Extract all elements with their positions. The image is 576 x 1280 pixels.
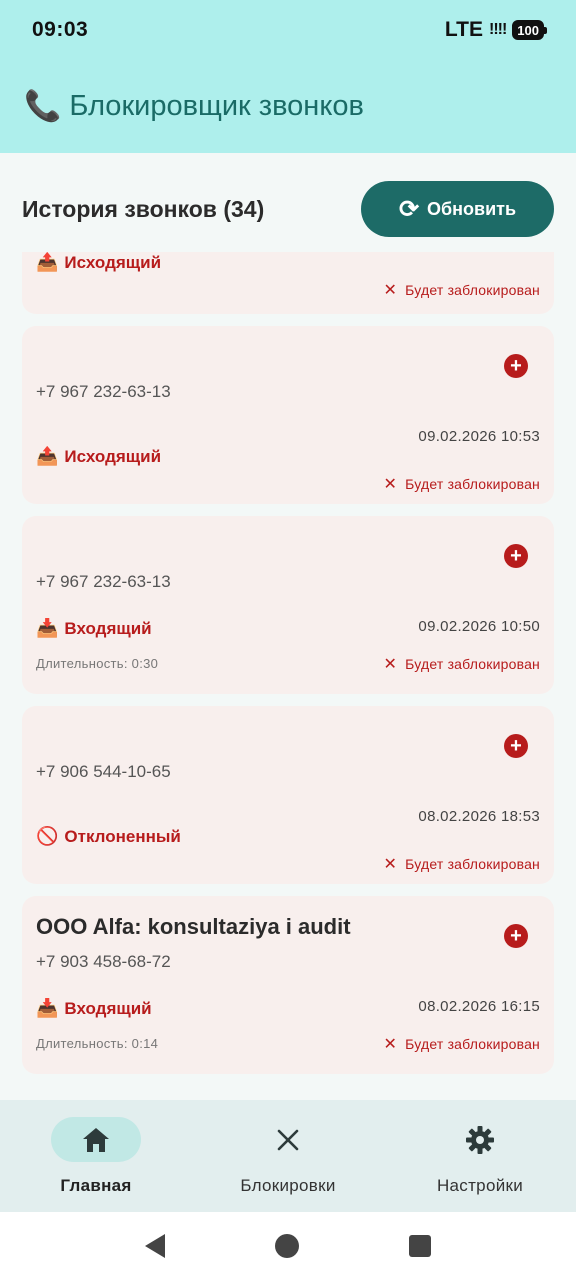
app-bar: 📞 Блокировщик звонков — [0, 60, 576, 153]
block-status-label: Будет заблокирован — [405, 282, 540, 298]
close-icon: ✕ — [383, 476, 398, 493]
block-status-label: Будет заблокирован — [405, 856, 540, 872]
block-status-label: Будет заблокирован — [405, 476, 540, 492]
call-type: 📥 Входящий — [36, 618, 152, 639]
block-status: ✕ Будет заблокирован — [384, 854, 540, 874]
refresh-label: Обновить — [427, 198, 517, 219]
nav-item-blocks[interactable]: Блокировки — [192, 1117, 384, 1196]
close-icon-svg — [277, 1129, 299, 1150]
call-type-label: Входящий — [64, 618, 152, 638]
app-title: 📞 Блокировщик звонков — [24, 89, 364, 124]
close-icon: ✕ — [383, 856, 398, 873]
refresh-icon: ⟳ — [398, 195, 420, 223]
system-navigation-bar — [0, 1212, 576, 1280]
home-icon-svg — [83, 1127, 109, 1152]
call-card[interactable]: + +7 967 232-63-13 09.02.2026 10:50 📥 Вх… — [22, 516, 554, 694]
phone-number: +7 903 458-68-72 — [36, 952, 171, 971]
block-status-label: Будет заблокирован — [405, 656, 540, 672]
call-type: 📥 Входящий — [36, 998, 152, 1019]
app-title-text: Блокировщик звонков — [69, 90, 364, 122]
status-bar: 09:03 LTE !!!! 100 — [0, 0, 576, 60]
history-header: История звонков (34) ⟳ Обновить — [22, 181, 554, 237]
back-icon[interactable] — [145, 1234, 165, 1258]
call-type-label: Входящий — [64, 998, 152, 1018]
close-icon: ✕ — [383, 656, 398, 673]
call-type: 📤 Исходящий — [36, 252, 161, 273]
add-to-blocklist-button[interactable]: + — [504, 734, 528, 758]
call-datetime: 09.02.2026 10:50 — [418, 618, 540, 635]
close-icon: ✕ — [383, 282, 398, 299]
block-status: ✕ Будет заблокирован — [384, 280, 540, 300]
call-card[interactable]: OOO Alfa: konsultaziya i audit + +7 903 … — [22, 896, 554, 1074]
declined-call-icon: 🚫 — [36, 826, 59, 846]
signal-icon: !!!! — [488, 21, 507, 38]
call-history-list[interactable]: 📤 Исходящий ✕ Будет заблокирован + +7 96… — [0, 252, 576, 1100]
nav-item-settings[interactable]: Настройки — [384, 1117, 576, 1196]
nav-label-home: Главная — [60, 1176, 132, 1195]
block-status: ✕ Будет заблокирован — [384, 1034, 540, 1054]
phone-number: +7 906 544-10-65 — [36, 762, 171, 781]
call-card[interactable]: 📤 Исходящий ✕ Будет заблокирован — [22, 252, 554, 314]
incoming-call-icon: 📥 — [36, 998, 59, 1018]
outgoing-call-icon: 📤 — [36, 252, 59, 272]
nav-label-settings: Настройки — [436, 1176, 524, 1195]
refresh-button[interactable]: ⟳ Обновить — [361, 181, 554, 237]
phone-number: +7 967 232-63-13 — [36, 382, 171, 401]
add-to-blocklist-button[interactable]: + — [504, 354, 528, 378]
call-card[interactable]: + +7 906 544-10-65 08.02.2026 18:53 🚫 От… — [22, 706, 554, 884]
status-time: 09:03 — [32, 18, 89, 41]
block-status: ✕ Будет заблокирован — [384, 474, 540, 494]
block-status: ✕ Будет заблокирован — [384, 654, 540, 674]
call-datetime: 09.02.2026 10:53 — [418, 428, 540, 445]
network-label: LTE — [444, 18, 483, 41]
history-title: История звонков (34) — [22, 195, 265, 222]
home-button-icon[interactable] — [275, 1234, 299, 1258]
call-duration: Длительность: 0:14 — [36, 1036, 159, 1051]
incoming-call-icon: 📥 — [36, 618, 59, 638]
outgoing-call-icon: 📤 — [36, 446, 59, 466]
bottom-navigation: Главная Блокировки Настройки — [0, 1100, 576, 1212]
call-type: 📤 Исходящий — [36, 446, 161, 467]
home-icon — [51, 1117, 141, 1162]
recent-apps-icon[interactable] — [409, 1235, 431, 1257]
call-datetime: 08.02.2026 16:15 — [418, 998, 540, 1015]
call-type: 🚫 Отклоненный — [36, 826, 181, 847]
add-to-blocklist-button[interactable]: + — [504, 924, 528, 948]
nav-label-blocks: Блокировки — [240, 1176, 336, 1195]
gear-icon-svg — [466, 1125, 494, 1154]
status-indicators: LTE !!!! 100 — [444, 18, 547, 42]
add-to-blocklist-button[interactable]: + — [504, 544, 528, 568]
phone-number: +7 967 232-63-13 — [36, 572, 171, 591]
call-duration: Длительность: 0:30 — [36, 656, 159, 671]
call-type-label: Исходящий — [64, 252, 162, 272]
call-card[interactable]: + +7 967 232-63-13 09.02.2026 10:53 📤 Ис… — [22, 326, 554, 504]
close-icon: ✕ — [383, 1036, 398, 1053]
call-type-label: Исходящий — [64, 446, 162, 466]
block-status-label: Будет заблокирован — [405, 1036, 540, 1052]
phone-icon: 📞 — [24, 90, 62, 123]
close-icon — [243, 1117, 333, 1162]
call-datetime: 08.02.2026 18:53 — [418, 808, 540, 825]
call-type-label: Отклоненный — [64, 826, 181, 846]
gear-icon — [435, 1117, 525, 1162]
caller-name: OOO Alfa: konsultaziya i audit — [36, 914, 351, 939]
battery-level: 100 — [517, 22, 539, 38]
battery-icon: 100 — [512, 20, 547, 40]
nav-item-home[interactable]: Главная — [0, 1117, 192, 1196]
